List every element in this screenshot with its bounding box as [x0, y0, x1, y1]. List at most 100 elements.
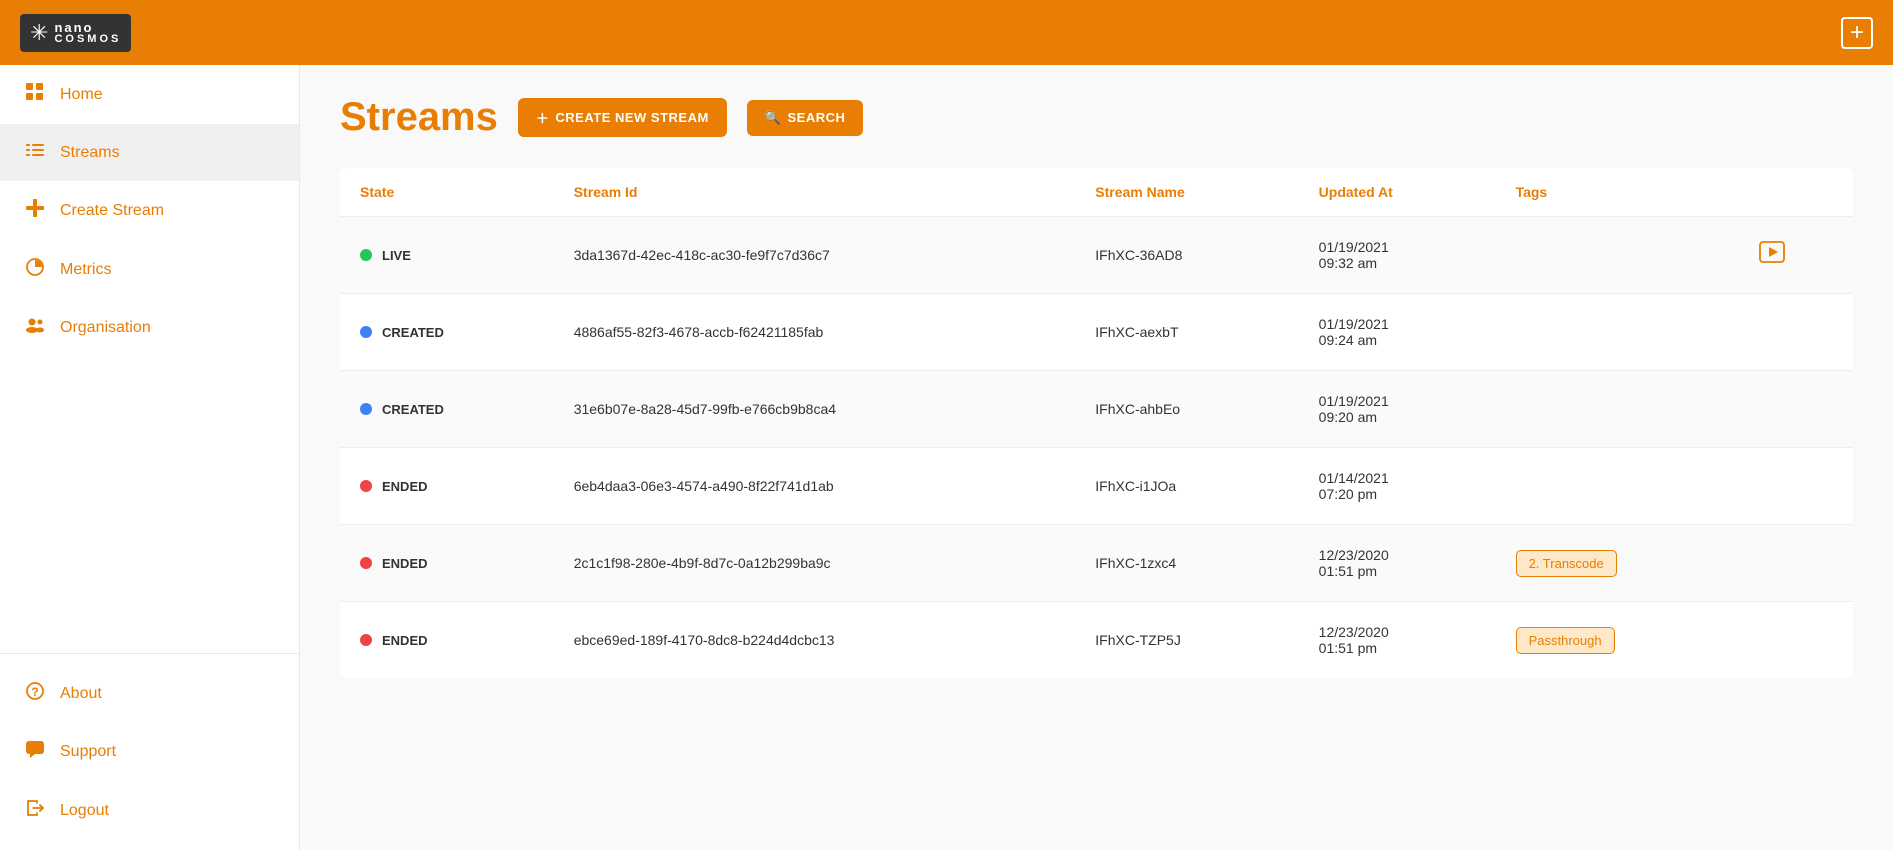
sidebar-label-logout: Logout	[60, 802, 109, 820]
sidebar-item-streams[interactable]: Streams	[0, 124, 299, 181]
stream-id-cell: ebce69ed-189f-4170-8dc8-b224d4dcbc13	[554, 602, 1076, 679]
logo-cosmos: COSMOS	[54, 34, 121, 45]
updated-at-cell: 01/19/202109:24 am	[1299, 294, 1496, 371]
state-cell: LIVE	[360, 248, 534, 263]
state-label: CREATED	[382, 325, 444, 340]
table-row[interactable]: CREATED 31e6b07e-8a28-45d7-99fb-e766cb9b8…	[340, 371, 1853, 448]
search-icon-btn: 🔍	[765, 110, 782, 126]
search-button[interactable]: 🔍 SEARCH	[747, 100, 864, 136]
sidebar-label-home: Home	[60, 86, 103, 104]
state-label: ENDED	[382, 479, 428, 494]
page-title: Streams	[340, 95, 498, 140]
stream-id-cell: 3da1367d-42ec-418c-ac30-fe9f7c7d36c7	[554, 217, 1076, 294]
body-layout: Home Streams	[0, 65, 1893, 850]
tag-badge: 2. Transcode	[1516, 550, 1617, 577]
grid-icon	[24, 83, 46, 106]
state-cell: ENDED	[360, 556, 534, 571]
state-cell: CREATED	[360, 402, 534, 417]
logout-icon	[24, 799, 46, 822]
stream-name-cell: IFhXC-1zxc4	[1075, 525, 1298, 602]
main-content: Streams ＋ CREATE NEW STREAM 🔍 SEARCH Sta…	[300, 65, 1893, 850]
sidebar-bottom: ? About Support	[0, 653, 299, 850]
top-header: ✳ nano COSMOS +	[0, 0, 1893, 65]
svg-text:?: ?	[31, 685, 38, 699]
users-icon	[24, 317, 46, 338]
state-label: CREATED	[382, 402, 444, 417]
sidebar-item-logout[interactable]: Logout	[0, 781, 299, 840]
state-label: LIVE	[382, 248, 411, 263]
action-cell	[1739, 371, 1853, 448]
updated-at-cell: 01/19/202109:32 am	[1299, 217, 1496, 294]
logo-area: ✳ nano COSMOS	[20, 14, 131, 52]
logo-star-icon: ✳	[30, 20, 48, 46]
state-cell: ENDED	[360, 479, 534, 494]
plus-icon	[24, 199, 46, 222]
updated-at-cell: 12/23/202001:51 pm	[1299, 602, 1496, 679]
state-dot	[360, 480, 372, 492]
stream-id-cell: 31e6b07e-8a28-45d7-99fb-e766cb9b8ca4	[554, 371, 1076, 448]
sidebar-item-about[interactable]: ? About	[0, 664, 299, 723]
stream-id-cell: 4886af55-82f3-4678-accb-f62421185fab	[554, 294, 1076, 371]
sidebar-label-streams: Streams	[60, 144, 120, 162]
table-row[interactable]: ENDED 2c1c1f98-280e-4b9f-8d7c-0a12b299ba9…	[340, 525, 1853, 602]
table-header: State Stream Id Stream Name Updated At T…	[340, 168, 1853, 217]
stream-name-cell: IFhXC-ahbEo	[1075, 371, 1298, 448]
action-cell	[1739, 217, 1853, 294]
action-cell	[1739, 448, 1853, 525]
streams-table: State Stream Id Stream Name Updated At T…	[340, 168, 1853, 678]
logo-nano: nano	[54, 21, 121, 34]
sidebar-label-metrics: Metrics	[60, 261, 112, 279]
tags-cell	[1496, 371, 1740, 448]
stream-name-cell: IFhXC-i1JOa	[1075, 448, 1298, 525]
list-icon	[24, 142, 46, 163]
sidebar: Home Streams	[0, 65, 300, 850]
sidebar-item-create-stream[interactable]: Create Stream	[0, 181, 299, 240]
state-label: ENDED	[382, 556, 428, 571]
stream-name-cell: IFhXC-TZP5J	[1075, 602, 1298, 679]
sidebar-label-organisation: Organisation	[60, 319, 151, 337]
col-state: State	[340, 168, 554, 217]
chart-icon	[24, 258, 46, 281]
tags-cell: Passthrough	[1496, 602, 1740, 679]
state-dot	[360, 326, 372, 338]
table-row[interactable]: ENDED 6eb4daa3-06e3-4574-a490-8f22f741d1a…	[340, 448, 1853, 525]
sidebar-top: Home Streams	[0, 65, 299, 653]
action-cell	[1739, 602, 1853, 679]
table-row[interactable]: LIVE 3da1367d-42ec-418c-ac30-fe9f7c7d36c7…	[340, 217, 1853, 294]
action-cell	[1739, 525, 1853, 602]
logo-box: ✳ nano COSMOS	[20, 14, 131, 52]
col-actions	[1739, 168, 1853, 217]
tag-badge: Passthrough	[1516, 627, 1615, 654]
stream-id-cell: 2c1c1f98-280e-4b9f-8d7c-0a12b299ba9c	[554, 525, 1076, 602]
plus-icon-btn: ＋	[536, 108, 550, 127]
play-button[interactable]	[1759, 243, 1785, 268]
state-cell: CREATED	[360, 325, 534, 340]
page-title-row: Streams ＋ CREATE NEW STREAM 🔍 SEARCH	[340, 95, 1853, 140]
stream-name-cell: IFhXC-aexbT	[1075, 294, 1298, 371]
stream-id-cell: 6eb4daa3-06e3-4574-a490-8f22f741d1ab	[554, 448, 1076, 525]
table-row[interactable]: CREATED 4886af55-82f3-4678-accb-f62421185…	[340, 294, 1853, 371]
chat-icon	[24, 741, 46, 763]
sidebar-item-support[interactable]: Support	[0, 723, 299, 781]
header-plus-button[interactable]: +	[1841, 17, 1873, 49]
state-dot	[360, 634, 372, 646]
action-cell	[1739, 294, 1853, 371]
updated-at-cell: 01/14/202107:20 pm	[1299, 448, 1496, 525]
stream-name-cell: IFhXC-36AD8	[1075, 217, 1298, 294]
sidebar-label-support: Support	[60, 743, 116, 761]
col-tags: Tags	[1496, 168, 1740, 217]
sidebar-label-about: About	[60, 685, 102, 703]
tags-cell: 2. Transcode	[1496, 525, 1740, 602]
sidebar-item-metrics[interactable]: Metrics	[0, 240, 299, 299]
sidebar-label-create-stream: Create Stream	[60, 202, 164, 220]
table-body: LIVE 3da1367d-42ec-418c-ac30-fe9f7c7d36c7…	[340, 217, 1853, 679]
create-new-stream-button[interactable]: ＋ CREATE NEW STREAM	[518, 98, 727, 137]
sidebar-item-organisation[interactable]: Organisation	[0, 299, 299, 356]
col-stream-name: Stream Name	[1075, 168, 1298, 217]
col-stream-id: Stream Id	[554, 168, 1076, 217]
state-label: ENDED	[382, 633, 428, 648]
state-dot	[360, 557, 372, 569]
tags-cell	[1496, 217, 1740, 294]
table-row[interactable]: ENDED ebce69ed-189f-4170-8dc8-b224d4dcbc1…	[340, 602, 1853, 679]
sidebar-item-home[interactable]: Home	[0, 65, 299, 124]
